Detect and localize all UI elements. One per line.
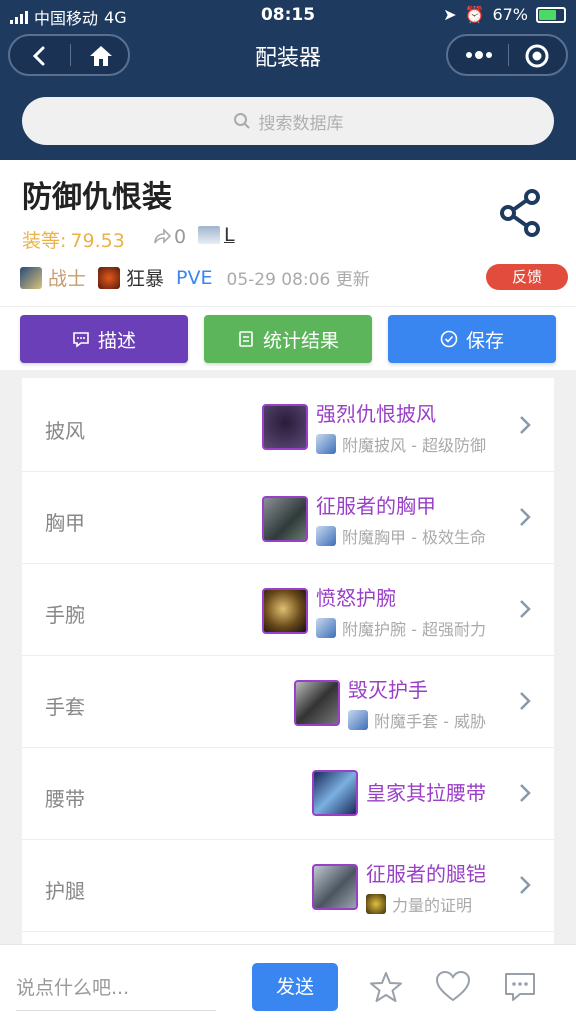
- enchant-text: 附魔护腕 - 超强耐力: [342, 620, 486, 639]
- legs-item-icon: [312, 864, 358, 910]
- gear-row-belt[interactable]: 腰带 皇家其拉腰带: [22, 748, 554, 840]
- share-icon[interactable]: [498, 188, 544, 242]
- more-icon[interactable]: [464, 49, 494, 61]
- build-title: 防御仇恨装: [22, 180, 172, 215]
- chevron-right-icon: [520, 876, 531, 894]
- chevron-right-icon: [520, 416, 531, 434]
- enchant-text: 附魔胸甲 - 极效生命: [342, 528, 486, 547]
- chevron-right-icon: [520, 508, 531, 526]
- star-icon[interactable]: [368, 969, 404, 1005]
- battery-percent: 67%: [492, 5, 528, 24]
- enchant-text: 力量的证明: [392, 896, 473, 915]
- gear-row-chest[interactable]: 胸甲 征服者的胸甲 附魔胸甲 - 极效生命: [22, 472, 554, 564]
- send-button[interactable]: 发送: [252, 963, 338, 1011]
- save-button[interactable]: 保存: [388, 315, 556, 363]
- share-count-area: 0: [152, 226, 186, 248]
- owner-name: L: [224, 224, 235, 246]
- share-arrow-icon: [154, 228, 172, 244]
- save-label: 保存: [465, 329, 504, 352]
- chest-item-icon: [262, 496, 309, 542]
- gear-row-cloak[interactable]: 披风 强烈仇恨披风 附魔披风 - 超级防御: [22, 380, 554, 472]
- heart-icon[interactable]: [434, 969, 472, 1005]
- slot-label: 胸甲: [45, 511, 85, 535]
- gear-row-gloves[interactable]: 手套 毁灭护手 附魔手套 - 威胁: [22, 656, 554, 748]
- slot-label: 手套: [45, 695, 85, 719]
- avatar: [198, 226, 220, 244]
- gear-row-legs[interactable]: 护腿 征服者的腿铠 力量的证明: [22, 840, 554, 932]
- stats-label: 统计结果: [262, 329, 339, 352]
- item-level: 装等: 79.53: [22, 226, 129, 253]
- item-level-label: 装等:: [22, 230, 67, 252]
- describe-label: 描述: [97, 329, 136, 352]
- enchant-icon: [316, 618, 337, 638]
- search-placeholder: 搜索数据库: [258, 113, 344, 134]
- item-name: 愤怒护腕: [316, 586, 397, 610]
- build-meta: 战士 狂暴 PVE 05-29 08:06 更新: [20, 264, 370, 291]
- describe-button[interactable]: 描述: [20, 315, 188, 363]
- updated-time: 05-29 08:06 更新: [226, 270, 370, 290]
- stats-button[interactable]: 统计结果: [204, 315, 372, 363]
- wrist-item-icon: [262, 588, 309, 634]
- owner[interactable]: L: [198, 224, 235, 246]
- gem-icon: [366, 894, 386, 914]
- close-miniprogram-icon[interactable]: [524, 43, 550, 69]
- comment-input[interactable]: 说点什么吧...: [16, 973, 216, 1011]
- slot-label: 护腿: [45, 879, 85, 903]
- enchant-icon: [316, 526, 337, 546]
- feedback-button[interactable]: 反馈: [486, 264, 568, 290]
- enchant-icon: [348, 710, 369, 730]
- battery-icon: [536, 6, 566, 23]
- share-count: 0: [174, 226, 187, 248]
- item-name: 皇家其拉腰带: [366, 781, 486, 805]
- item-name: 强烈仇恨披风: [316, 402, 437, 426]
- item-name: 毁灭护手: [348, 678, 429, 702]
- top-bar: 中国移动 4G 08:15 ➤ ⏰ 67% 配装器 搜索数据库: [0, 0, 576, 160]
- slot-label: 腰带: [45, 787, 85, 811]
- mode-badge: PVE: [176, 266, 213, 289]
- comment-bar: 说点什么吧... 发送: [0, 944, 576, 1025]
- status-bar: 中国移动 4G 08:15 ➤ ⏰ 67%: [0, 0, 576, 30]
- check-circle-icon: [440, 330, 458, 348]
- warrior-class-icon: [20, 266, 42, 289]
- gear-list: 披风 强烈仇恨披风 附魔披风 - 超级防御 胸甲 征服者的胸甲 附魔胸甲 - 极…: [22, 378, 554, 944]
- chevron-right-icon: [520, 600, 531, 618]
- class-name: 战士: [48, 268, 87, 290]
- belt-item-icon: [312, 770, 358, 816]
- chevron-right-icon: [520, 784, 531, 802]
- gloves-item-icon: [294, 680, 341, 726]
- chevron-right-icon: [520, 692, 531, 710]
- spec-name: 狂暴: [126, 268, 165, 290]
- stats-icon: [239, 331, 253, 347]
- location-icon: ➤: [443, 5, 457, 24]
- fury-spec-icon: [98, 266, 121, 289]
- enchant-icon: [316, 434, 337, 454]
- cloak-item-icon: [262, 404, 309, 450]
- message-icon[interactable]: [502, 969, 538, 1005]
- search-icon: [233, 113, 250, 129]
- comment-icon: [73, 332, 89, 348]
- gear-row-wrist[interactable]: 手腕 愤怒护腕 附魔护腕 - 超强耐力: [22, 564, 554, 656]
- nav-capsule-right: [446, 34, 568, 76]
- item-name: 征服者的胸甲: [316, 494, 437, 518]
- enchant-text: 附魔披风 - 超级防御: [342, 436, 486, 455]
- slot-label: 披风: [45, 419, 85, 443]
- alarm-icon: ⏰: [464, 5, 485, 24]
- divider: [0, 306, 576, 307]
- enchant-text: 附魔手套 - 威胁: [374, 712, 486, 731]
- item-level-value: 79.53: [70, 230, 125, 252]
- slot-label: 手腕: [45, 603, 85, 627]
- search-input[interactable]: 搜索数据库: [22, 97, 554, 145]
- item-name: 征服者的腿铠: [366, 862, 486, 886]
